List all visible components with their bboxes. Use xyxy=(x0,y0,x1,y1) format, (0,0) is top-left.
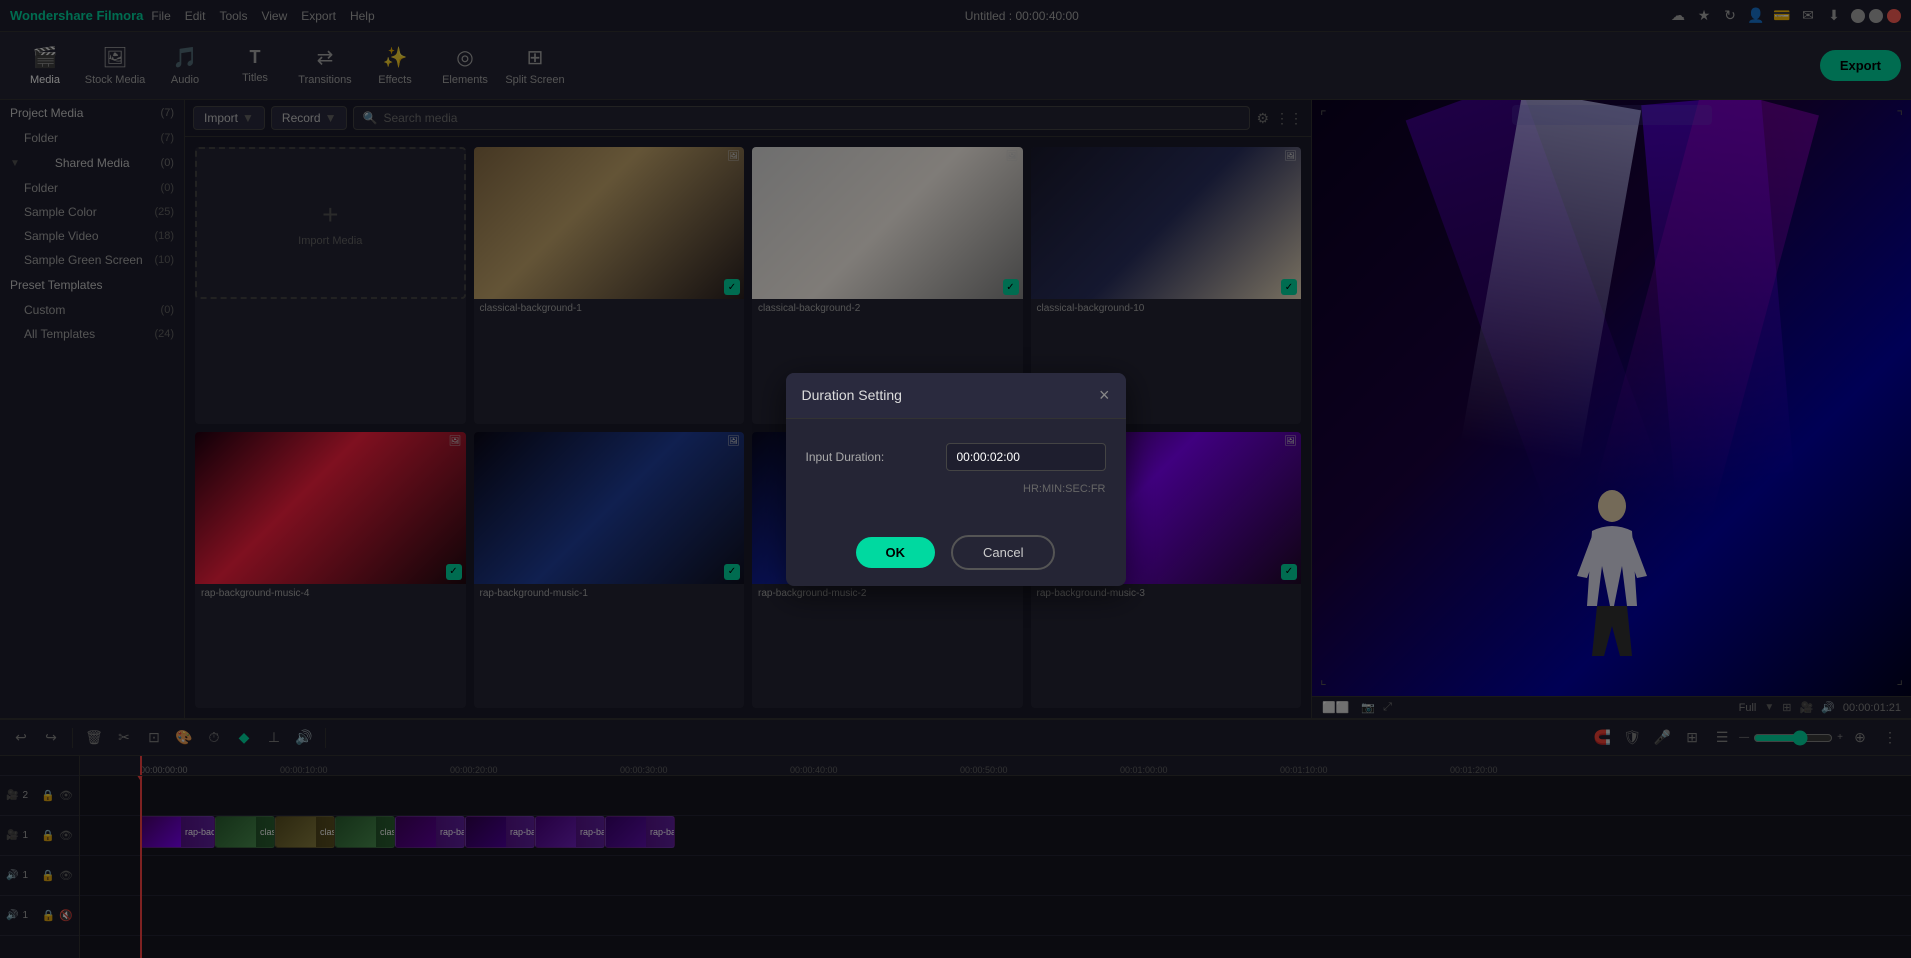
modal-header: Duration Setting × xyxy=(786,373,1126,419)
modal-footer: OK Cancel xyxy=(786,519,1126,586)
modal-ok-button[interactable]: OK xyxy=(856,537,936,568)
modal-field-label: Input Duration: xyxy=(806,450,885,464)
modal-overlay: Duration Setting × Input Duration: HR:MI… xyxy=(0,0,1911,958)
modal-title: Duration Setting xyxy=(802,387,902,403)
modal-cancel-button[interactable]: Cancel xyxy=(951,535,1055,570)
modal-close-button[interactable]: × xyxy=(1099,385,1110,406)
modal-format-hint: HR:MIN:SEC:FR xyxy=(806,483,1106,495)
duration-setting-modal: Duration Setting × Input Duration: HR:MI… xyxy=(786,373,1126,586)
modal-field-duration: Input Duration: xyxy=(806,443,1106,471)
modal-duration-input[interactable] xyxy=(946,443,1106,471)
modal-body: Input Duration: HR:MIN:SEC:FR xyxy=(786,419,1126,519)
